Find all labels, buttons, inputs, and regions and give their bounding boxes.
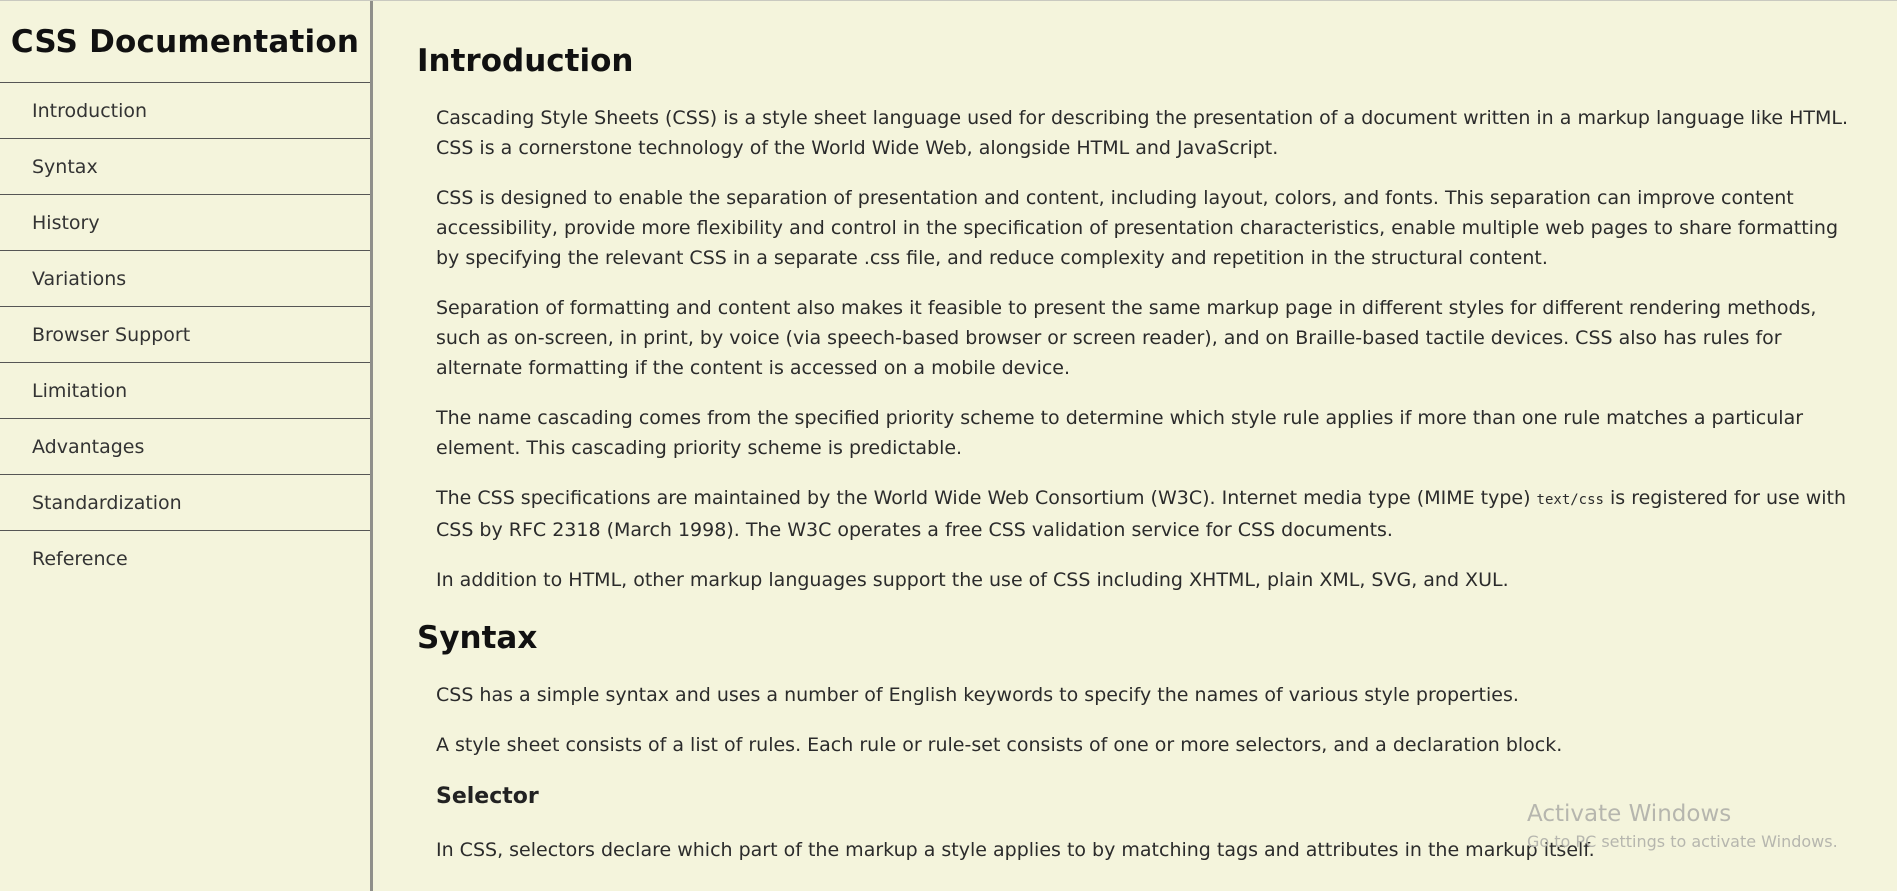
intro-paragraph-3: Separation of formatting and content als… xyxy=(436,297,1817,379)
intro-paragraph-1: Cascading Style Sheets (CSS) is a style … xyxy=(436,107,1848,159)
sidebar-item-advantages[interactable]: Advantages xyxy=(0,419,370,475)
sidebar-item-standardization[interactable]: Standardization xyxy=(0,475,370,531)
sidebar-item-limitation[interactable]: Limitation xyxy=(0,363,370,419)
sidebar-item-syntax[interactable]: Syntax xyxy=(0,139,370,195)
sidebar-item-variations[interactable]: Variations xyxy=(0,251,370,307)
sidebar-item-introduction[interactable]: Introduction xyxy=(0,83,370,139)
syntax-paragraph-1: CSS has a simple syntax and uses a numbe… xyxy=(436,684,1519,706)
watermark-subtitle: Go to PC settings to activate Windows. xyxy=(1527,832,1838,851)
intro-paragraph-5-text-a: The CSS specifications are maintained by… xyxy=(436,487,1537,509)
intro-paragraph-5: The CSS specifications are maintained by… xyxy=(436,483,1857,545)
activate-windows-watermark: Activate Windows Go to PC settings to ac… xyxy=(1527,799,1838,853)
sidebar-item-history[interactable]: History xyxy=(0,195,370,251)
intro-paragraph-2: CSS is designed to enable the separation… xyxy=(436,187,1839,269)
section-title-introduction: Introduction xyxy=(417,43,634,79)
intro-paragraph-6: In addition to HTML, other markup langua… xyxy=(436,569,1509,591)
watermark-title: Activate Windows xyxy=(1527,801,1732,827)
mime-type-code: text/css xyxy=(1536,492,1604,508)
sidebar-item-reference[interactable]: Reference xyxy=(0,531,370,586)
sidebar-nav: CSS Documentation Introduction Syntax Hi… xyxy=(0,1,373,891)
section-title-syntax: Syntax xyxy=(417,620,538,656)
main-content: Introduction Cascading Style Sheets (CSS… xyxy=(417,1,1857,891)
syntax-paragraph-2: A style sheet consists of a list of rule… xyxy=(436,734,1563,756)
section-introduction: Introduction Cascading Style Sheets (CSS… xyxy=(417,43,1857,595)
intro-paragraph-4: The name cascading comes from the specif… xyxy=(436,407,1804,459)
sidebar-title: CSS Documentation xyxy=(0,1,370,83)
sidebar-item-browser-support[interactable]: Browser Support xyxy=(0,307,370,363)
